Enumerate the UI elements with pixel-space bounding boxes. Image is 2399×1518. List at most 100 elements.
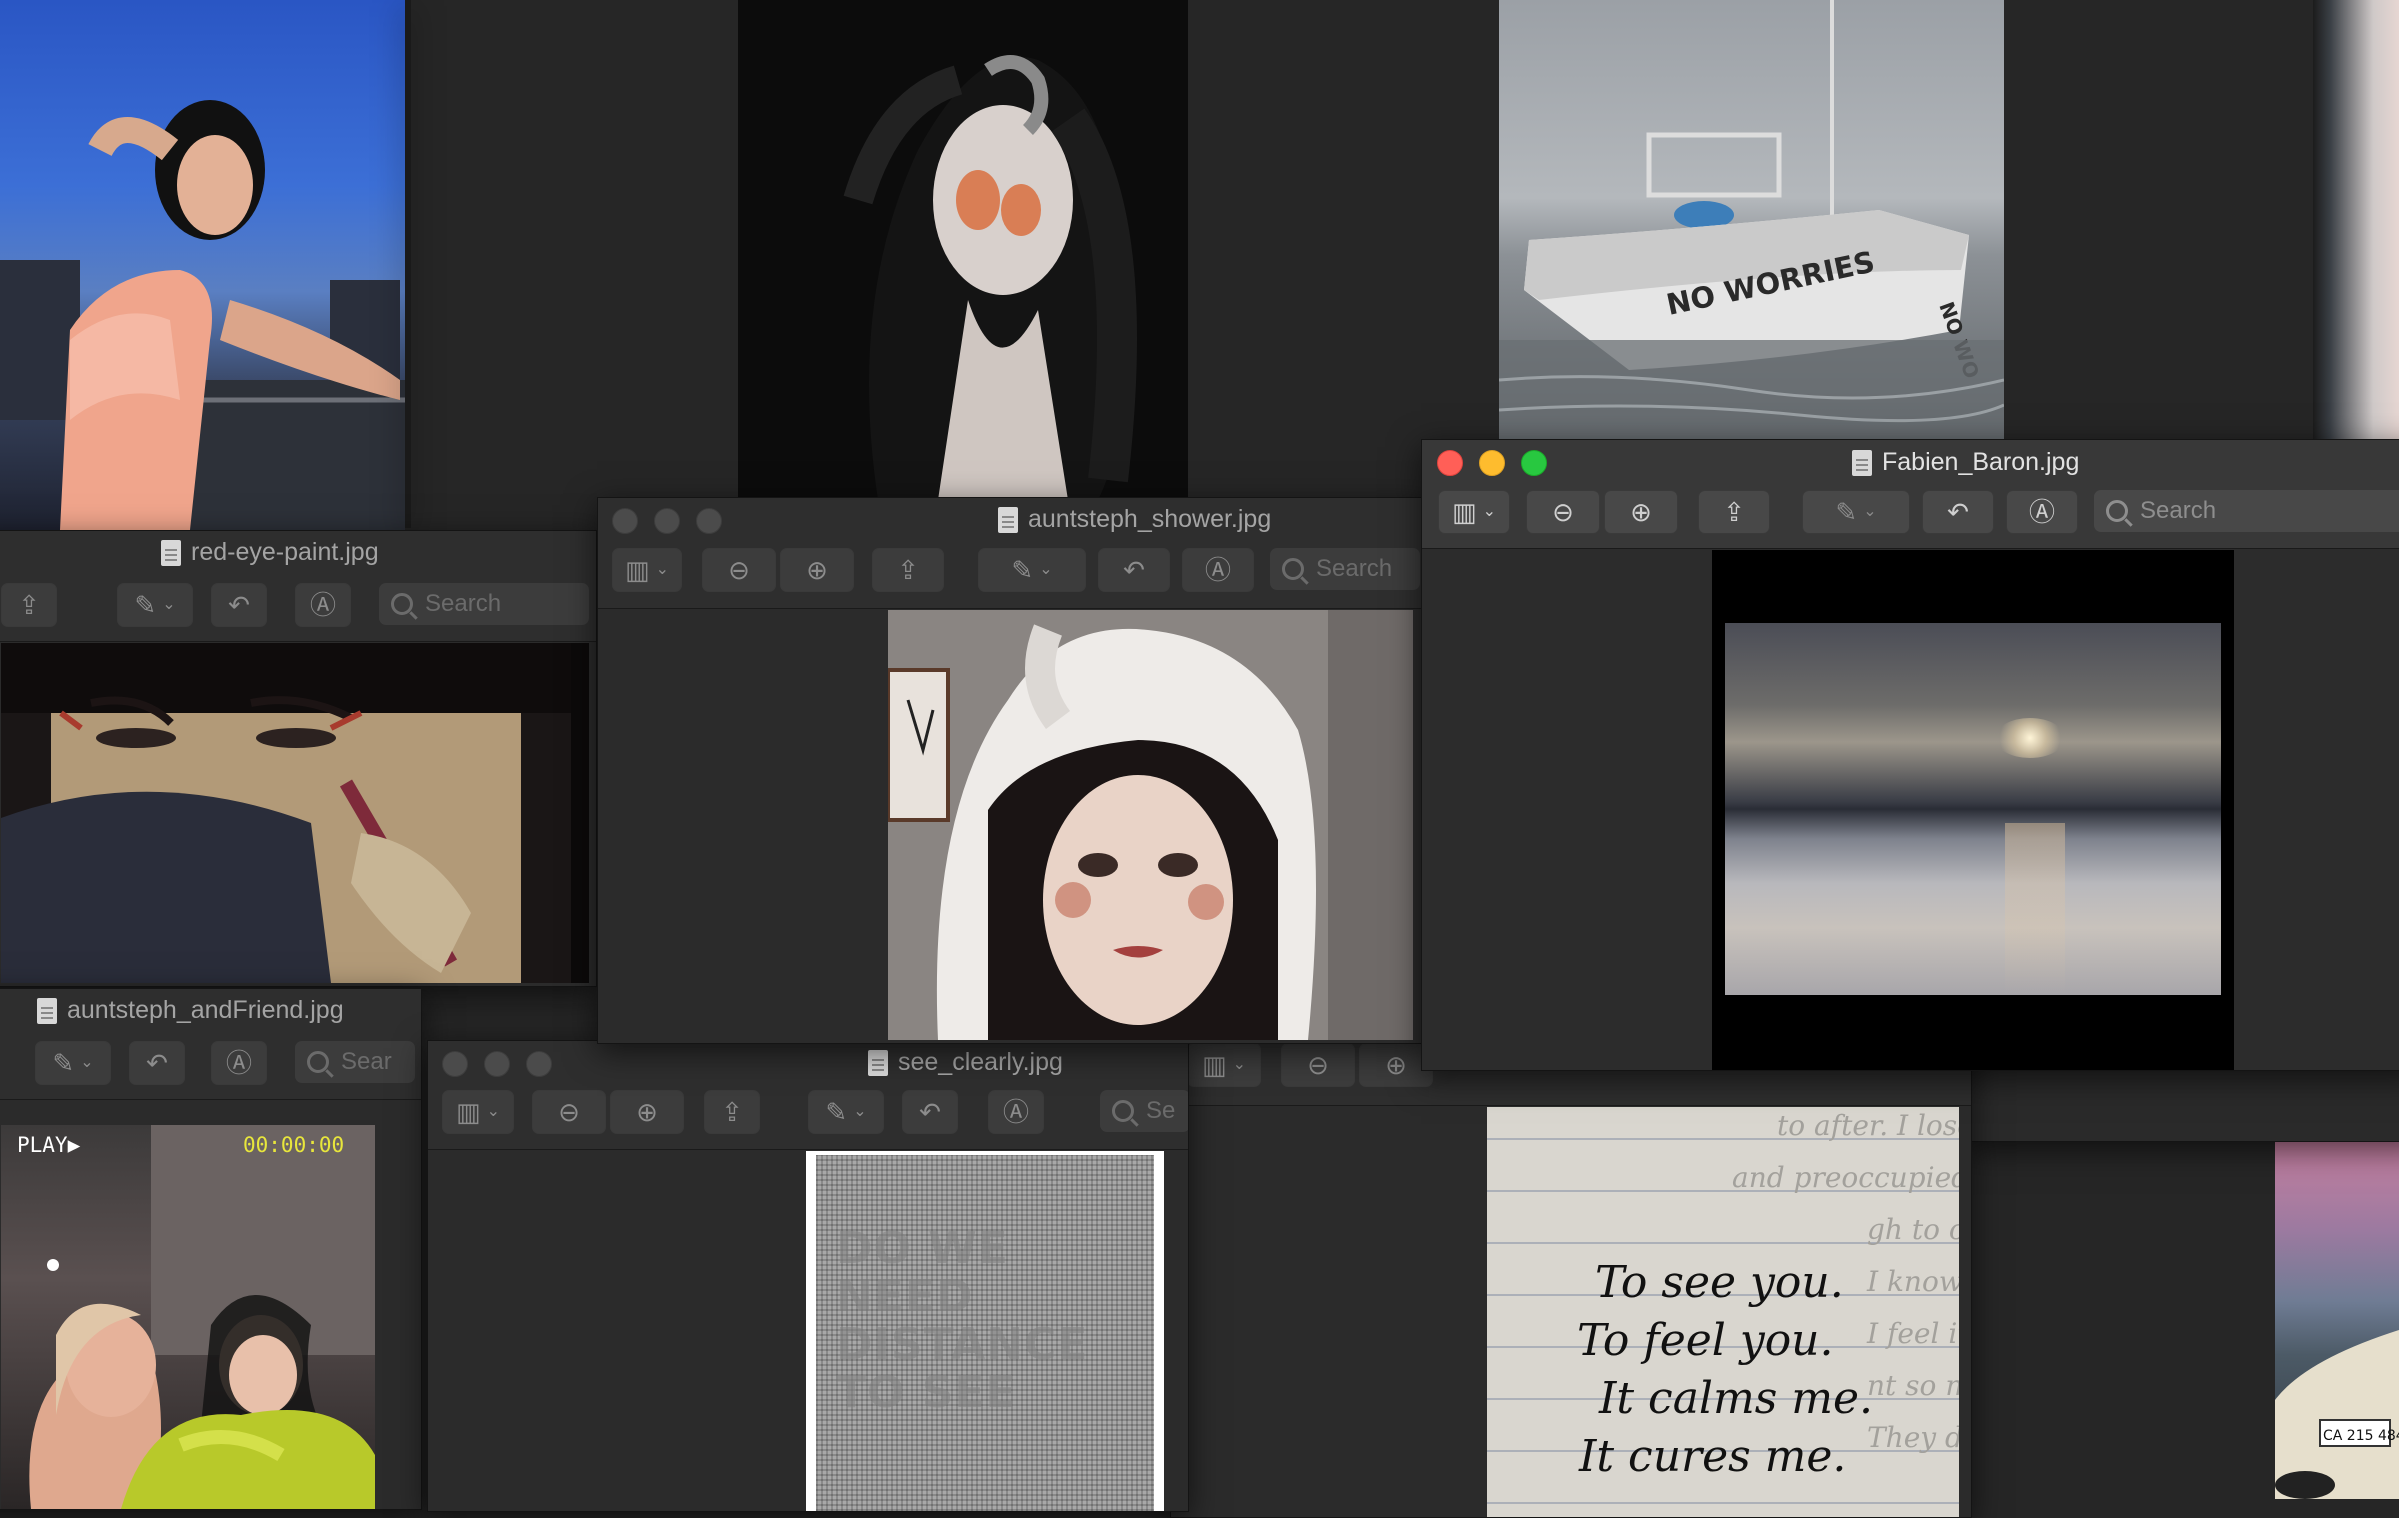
zoom-button[interactable] <box>526 1051 552 1077</box>
rotate-icon: ↶ <box>1947 497 1969 527</box>
handwriting-illustration: to after. I lose s and preoccupied gh to… <box>1487 1109 1959 1504</box>
sun-reflection <box>2005 823 2065 995</box>
window-handwriting[interactable]: ▥⌄ ⊖ ⊕ to after. I lose s and preoccupie… <box>1170 996 1972 1518</box>
share-button[interactable]: ⇪ <box>872 548 944 592</box>
zoom-out-icon: ⊖ <box>728 555 750 585</box>
markup-pen-button[interactable]: ✎ ⌄ <box>978 548 1086 592</box>
rotate-icon: ↶ <box>228 590 250 620</box>
chevron-down-icon: ⌄ <box>486 1103 500 1120</box>
search-field[interactable]: Search <box>2094 490 2399 532</box>
window-controls <box>442 1051 552 1077</box>
minimize-button[interactable] <box>484 1051 510 1077</box>
chevron-down-icon: ⌄ <box>1863 503 1877 520</box>
window-see-clearly[interactable]: see_clearly.jpg ▥ ⌄ ⊖ ⊕ ⇪ ✎ ⌄ ↶ Ⓐ Se DO WE… <box>427 1040 1189 1512</box>
window-red-eye-paint[interactable]: red-eye-paint.jpg ⇪ ✎ ⌄ ↶ Ⓐ Search <box>0 530 597 987</box>
faded-line: and preoccupied <box>1732 1161 1959 1194</box>
toolbar-see-clearly: see_clearly.jpg ▥ ⌄ ⊖ ⊕ ⇪ ✎ ⌄ ↶ Ⓐ Se <box>428 1041 1188 1150</box>
chevron-down-icon: ⌄ <box>1039 561 1053 578</box>
faded-line: I know the kni <box>1866 1265 1959 1298</box>
markup-pen-icon: ✎ <box>1011 555 1034 585</box>
markup-pen-button[interactable]: ✎ ⌄ <box>1802 490 1910 534</box>
zoom-out-button[interactable]: ⊖ <box>1526 490 1600 534</box>
search-placeholder: Search <box>425 590 502 617</box>
rotate-button[interactable]: ↶ <box>1098 548 1170 592</box>
annotate-button[interactable]: Ⓐ <box>1182 548 1254 592</box>
annotate-button[interactable]: Ⓐ <box>295 583 351 627</box>
faded-line: nt so much <box>1867 1369 1959 1402</box>
share-button[interactable]: ⇪ <box>1 583 57 627</box>
zoom-button[interactable] <box>696 508 722 534</box>
annotate-button[interactable]: Ⓐ <box>988 1090 1044 1134</box>
photo-handwriting: to after. I lose s and preoccupied gh to… <box>1487 1107 1959 1517</box>
rotate-button[interactable]: ↶ <box>211 583 267 627</box>
search-placeholder: Se <box>1146 1097 1176 1124</box>
share-icon: ⇪ <box>18 590 40 620</box>
search-field[interactable]: Search <box>379 583 589 625</box>
zoom-button[interactable] <box>1521 450 1547 476</box>
search-field[interactable]: Se <box>1100 1090 1188 1132</box>
markup-pen-icon: ✎ <box>134 590 157 620</box>
close-button[interactable] <box>442 1051 468 1077</box>
window-title-text: Fabien_Baron.jpg <box>1882 448 2080 476</box>
markup-pen-button[interactable]: ✎ ⌄ <box>35 1041 111 1085</box>
friends-illustration <box>29 1125 375 1509</box>
poster-line: DO WE <box>836 1223 1009 1274</box>
zoom-out-button[interactable]: ⊖ <box>1281 1043 1355 1087</box>
window-controls <box>1437 450 1547 476</box>
window-auntsteph-shower[interactable]: auntsteph_shower.jpg ▥ ⌄ ⊖ ⊕ ⇪ ✎ ⌄ ↶ Ⓐ Sea… <box>597 497 1429 1044</box>
window-fabien-baron[interactable]: Fabien_Baron.jpg ▥ ⌄ ⊖ ⊕ ⇪ ✎ ⌄ ↶ Ⓐ Search <box>1421 439 2399 1071</box>
window-controls <box>612 508 722 534</box>
photo-see-clearly: DO WE NEED DISTANCE TO SEE <box>806 1151 1164 1511</box>
rotate-button[interactable]: ↶ <box>1922 490 1994 534</box>
window-title: see_clearly.jpg <box>868 1048 1063 1077</box>
document-icon <box>161 539 181 566</box>
search-field[interactable]: Search <box>1270 548 1420 590</box>
poster-line: NEED <box>836 1271 974 1322</box>
vhs-play-label: PLAY▶ <box>17 1133 81 1157</box>
chevron-down-icon: ⌄ <box>1232 1056 1246 1073</box>
zoom-in-button[interactable]: ⊕ <box>610 1090 684 1134</box>
markup-pen-icon: ✎ <box>52 1048 75 1078</box>
faded-line: They don't <box>1867 1421 1959 1454</box>
window-auntsteph-andfriend[interactable]: auntsteph_andFriend.jpg ✎ ⌄ ↶ Ⓐ Sear PLAY… <box>0 988 422 1510</box>
rotate-icon: ↶ <box>1123 555 1145 585</box>
handwriting-line: It cures me. <box>1578 1431 1846 1482</box>
search-icon <box>2106 500 2128 522</box>
share-button[interactable]: ⇪ <box>704 1090 760 1134</box>
close-button[interactable] <box>1437 450 1463 476</box>
zoom-out-button[interactable]: ⊖ <box>702 548 776 592</box>
rotate-button[interactable]: ↶ <box>902 1090 958 1134</box>
annotate-button[interactable]: Ⓐ <box>211 1041 267 1085</box>
search-icon <box>307 1051 329 1073</box>
annotate-button[interactable]: Ⓐ <box>2006 490 2078 534</box>
balcony-girl-illustration <box>0 100 405 530</box>
annotate-icon: Ⓐ <box>309 590 336 620</box>
minimize-button[interactable] <box>1479 450 1505 476</box>
markup-pen-button[interactable]: ✎ ⌄ <box>117 583 193 627</box>
search-field[interactable]: Sear <box>295 1041 415 1083</box>
zoom-out-button[interactable]: ⊖ <box>532 1090 606 1134</box>
search-icon <box>1112 1100 1134 1122</box>
window-title-text: auntsteph_andFriend.jpg <box>67 996 344 1024</box>
sidebar-button[interactable]: ▥ ⌄ <box>442 1090 514 1134</box>
markup-pen-button[interactable]: ✎ ⌄ <box>808 1090 884 1134</box>
sidebar-icon: ▥ <box>625 555 650 585</box>
window-title: auntsteph_andFriend.jpg <box>37 996 344 1025</box>
rotate-button[interactable]: ↶ <box>129 1041 185 1085</box>
zoom-in-button[interactable]: ⊕ <box>1604 490 1678 534</box>
zoom-in-button[interactable]: ⊕ <box>780 548 854 592</box>
close-button[interactable] <box>612 508 638 534</box>
minimize-button[interactable] <box>654 508 680 534</box>
sidebar-button[interactable]: ▥ ⌄ <box>1187 1043 1261 1087</box>
handwriting-line: To see you. <box>1595 1257 1844 1308</box>
sidebar-button[interactable]: ▥ ⌄ <box>612 548 682 592</box>
chevron-down-icon: ⌄ <box>80 1054 94 1071</box>
toolbar-auntsteph-shower: auntsteph_shower.jpg ▥ ⌄ ⊖ ⊕ ⇪ ✎ ⌄ ↶ Ⓐ Sea… <box>598 498 1428 609</box>
faded-line: gh to operr. <box>1867 1213 1959 1246</box>
photo-car: CA 215 484 <box>2275 1140 2399 1499</box>
share-button[interactable]: ⇪ <box>1698 490 1770 534</box>
shower-girl-illustration <box>888 610 1413 1040</box>
window-title-text: red-eye-paint.jpg <box>191 538 379 566</box>
sidebar-button[interactable]: ▥ ⌄ <box>1438 490 1510 534</box>
document-icon <box>37 997 57 1024</box>
